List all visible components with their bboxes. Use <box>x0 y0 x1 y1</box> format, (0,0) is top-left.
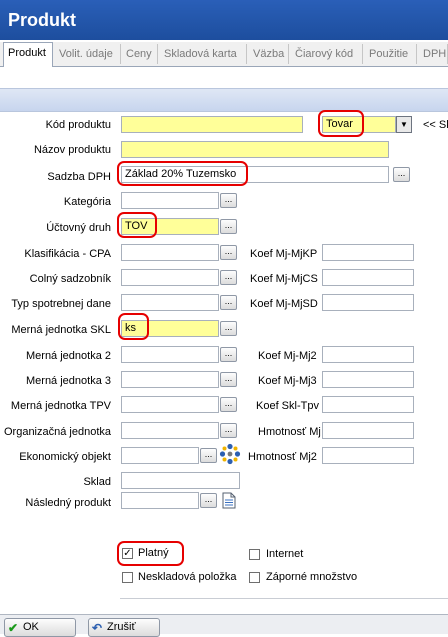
neskladova-polozka-checkbox[interactable] <box>122 572 133 583</box>
merna-jednotka-skl-browse-button[interactable]: ... <box>220 321 237 336</box>
undo-icon: ↶ <box>92 621 103 635</box>
tab-ceny[interactable]: Ceny <box>122 44 158 64</box>
label-koef-mjsd: Koef Mj-MjSD <box>250 298 318 310</box>
uctovny-druh-browse-button[interactable]: ... <box>220 219 237 234</box>
label-koef-skl-tpv: Koef Skl-Tpv <box>256 400 319 412</box>
label-merna-jednotka-2: Merná jednotka 2 <box>26 350 111 362</box>
zrusit-button[interactable]: ↶ Zrušiť <box>88 618 160 637</box>
label-kategoria: Kategória <box>63 196 111 208</box>
merna-jednotka-3-browse-button[interactable]: ... <box>220 372 237 387</box>
label-ekonomicky-objekt: Ekonomický objekt <box>19 451 111 463</box>
label-sadzba-dph: Sadzba DPH <box>47 171 111 183</box>
merna-jednotka-3-input[interactable] <box>121 371 219 388</box>
label-nasledny-produkt: Následný produkt <box>25 497 111 509</box>
label-koef-mj2: Koef Mj-Mj2 <box>258 350 317 362</box>
label-klasifikacia-cpa: Klasifikácia - CPA <box>24 248 111 260</box>
koef-mj3-input[interactable] <box>322 371 414 388</box>
ok-button[interactable]: ✔ OK <box>4 618 76 637</box>
tab-vazba[interactable]: Väzba <box>249 44 289 64</box>
zrusit-button-label: Zrušiť <box>107 621 136 633</box>
label-nazov-produktu: Názov produktu <box>33 144 111 156</box>
neskladova-polozka-label: Neskladová položka <box>138 571 237 583</box>
label-koef-mjkp: Koef Mj-MjKP <box>250 248 318 260</box>
internet-label: Internet <box>266 548 304 560</box>
highlight-uctovny <box>117 212 157 238</box>
tab-pouzitie[interactable]: Použitie <box>365 44 417 64</box>
ok-check-icon: ✔ <box>8 621 19 635</box>
organizacna-jednotka-browse-button[interactable]: ... <box>220 423 237 438</box>
label-merna-jednotka-tpv: Merná jednotka TPV <box>10 400 111 412</box>
label-typ-spotrebnej-dane: Typ spotrebnej dane <box>11 298 111 310</box>
koef-mjkp-input[interactable] <box>322 244 414 261</box>
typ-spotrebnej-dane-browse-button[interactable]: ... <box>220 295 237 310</box>
ok-button-label: OK <box>23 621 39 633</box>
label-hmotnost-mj2: Hmotnosť Mj2 <box>248 451 317 463</box>
koef-mjcs-input[interactable] <box>322 269 414 286</box>
label-koef-mj3: Koef Mj-Mj3 <box>258 375 317 387</box>
tab-produkt[interactable]: Produkt <box>3 42 53 67</box>
klasifikacia-cpa-input[interactable] <box>121 244 219 261</box>
nasledny-produkt-browse-button[interactable]: ... <box>200 493 217 508</box>
document-icon[interactable] <box>222 492 236 509</box>
typ-spotrebnej-dane-input[interactable] <box>121 294 219 311</box>
klasifikacia-cpa-browse-button[interactable]: ... <box>220 245 237 260</box>
merna-jednotka-tpv-browse-button[interactable]: ... <box>220 397 237 412</box>
organizacna-jednotka-input[interactable] <box>121 422 219 439</box>
label-uctovny-druh: Účtovný druh <box>46 222 111 234</box>
koef-mjsd-input[interactable] <box>322 294 414 311</box>
window-title: Produkt <box>0 0 448 40</box>
label-koef-mjcs: Koef Mj-MjCS <box>250 273 318 285</box>
ekonomicky-objekt-browse-button[interactable]: ... <box>200 448 217 463</box>
nazov-produktu-input[interactable] <box>121 141 389 158</box>
highlight-typ <box>318 110 364 137</box>
highlight-platny <box>117 541 184 566</box>
label-merna-jednotka-skl: Merná jednotka SKL <box>11 324 111 336</box>
chevron-down-icon[interactable]: ▼ <box>396 116 412 133</box>
separator-line <box>120 598 448 599</box>
highlight-mj-skl <box>118 313 149 340</box>
koef-mj2-input[interactable] <box>322 346 414 363</box>
tab-dph[interactable]: DPH <box>419 44 448 64</box>
merna-jednotka-2-input[interactable] <box>121 346 219 363</box>
sadzba-browse-button[interactable]: ... <box>393 167 410 182</box>
tab-bar: Produkt Volit. údaje Ceny Skladová karta… <box>0 42 448 67</box>
highlight-sadzba <box>117 161 248 186</box>
ekonomicky-objekt-input[interactable] <box>121 447 199 464</box>
kod-produktu-input[interactable] <box>121 116 303 133</box>
label-kod-produktu: Kód produktu <box>45 119 111 131</box>
section-header-band <box>0 88 448 112</box>
zaporne-mnozstvo-checkbox[interactable] <box>249 572 260 583</box>
label-colny-sadzobnik: Colný sadzobník <box>29 273 111 285</box>
internet-checkbox[interactable] <box>249 549 260 560</box>
hmotnost-mj-input[interactable] <box>322 422 414 439</box>
label-hmotnost-mj: Hmotnosť Mj <box>258 426 321 438</box>
hmotnost-mj2-input[interactable] <box>322 447 414 464</box>
merna-jednotka-tpv-input[interactable] <box>121 396 219 413</box>
label-organizacna-jednotka: Organizačná jednotka <box>3 426 111 438</box>
sklad-input[interactable] <box>121 472 240 489</box>
kategoria-input[interactable] <box>121 192 219 209</box>
koef-skl-tpv-input[interactable] <box>322 396 414 413</box>
label-merna-jednotka-3: Merná jednotka 3 <box>26 375 111 387</box>
zaporne-mnozstvo-label: Záporné množstvo <box>266 571 358 583</box>
tab-volit-udaje[interactable]: Volit. údaje <box>55 44 121 64</box>
label-sklad: Sklad <box>83 476 111 488</box>
skladova-link[interactable]: << Sk <box>423 119 448 131</box>
tab-ciarovy-kod[interactable]: Čiarový kód <box>291 44 363 64</box>
merna-jednotka-2-browse-button[interactable]: ... <box>220 347 237 362</box>
tab-skladova-karta[interactable]: Skladová karta <box>160 44 247 64</box>
nasledny-produkt-input[interactable] <box>121 492 199 509</box>
kategoria-browse-button[interactable]: ... <box>220 193 237 208</box>
structure-icon[interactable] <box>219 443 241 465</box>
colny-sadzobnik-browse-button[interactable]: ... <box>220 270 237 285</box>
colny-sadzobnik-input[interactable] <box>121 269 219 286</box>
